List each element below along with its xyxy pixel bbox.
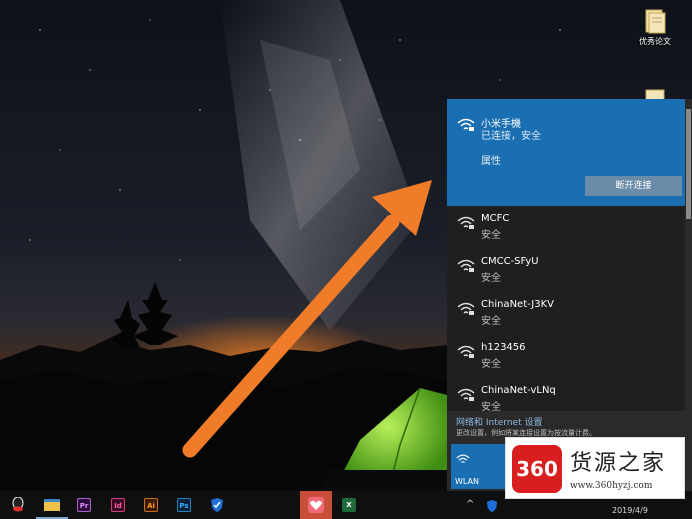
- wifi-secured-icon: [457, 117, 475, 131]
- taskbar-app-premiere[interactable]: Pr: [68, 491, 100, 519]
- chevron-up-icon[interactable]: ^: [466, 499, 474, 510]
- taskbar-app-photoshop[interactable]: Ps: [168, 491, 200, 519]
- taskbar-app-shield[interactable]: [201, 491, 233, 519]
- wifi-network-item[interactable]: h123456 安全: [447, 336, 685, 380]
- flyout-scrollbar[interactable]: [685, 99, 692, 491]
- wifi-icon: [456, 450, 470, 469]
- taskbar-app-excel[interactable]: X: [333, 491, 365, 519]
- wlan-toggle-tile[interactable]: WLAN: [451, 444, 508, 489]
- network-name: ChinaNet-J3KV: [481, 299, 554, 310]
- taskbar-app-indesign[interactable]: Id: [102, 491, 134, 519]
- watermark-title: 货源之家: [570, 451, 667, 476]
- network-status: 安全: [481, 273, 501, 284]
- network-name: ChinaNet-vLNq: [481, 385, 556, 396]
- wifi-secured-icon: [457, 258, 475, 272]
- wifi-network-item[interactable]: ChinaNet-J3KV 安全: [447, 293, 685, 337]
- network-status: 安全: [481, 316, 501, 327]
- network-name: MCFC: [481, 213, 510, 224]
- wifi-network-item[interactable]: CMCC-SFyU 安全: [447, 250, 685, 294]
- wlan-label: WLAN: [455, 477, 480, 486]
- excel-icon: X: [342, 498, 356, 512]
- disconnect-button[interactable]: 断开连接: [585, 176, 682, 196]
- qq-icon: [12, 496, 24, 512]
- properties-link[interactable]: 属性: [481, 152, 501, 167]
- network-name: h123456: [481, 342, 526, 353]
- network-settings-link[interactable]: 网络和 Internet 设置: [456, 415, 542, 428]
- clock-date[interactable]: 2019/4/9: [612, 506, 648, 515]
- connected-network-status: 已连接，安全: [481, 131, 541, 142]
- watermark-url: www.360hyzj.com: [570, 481, 653, 491]
- watermark-360-badge: 360: [512, 445, 562, 493]
- scrollbar-thumb[interactable]: [686, 109, 691, 219]
- taskbar-app-heart[interactable]: [300, 491, 332, 519]
- heart-app-icon: [308, 497, 324, 517]
- photoshop-icon: Ps: [177, 498, 191, 512]
- network-status: 安全: [481, 230, 501, 241]
- indesign-icon: Id: [111, 498, 125, 512]
- desktop-screen: 优秀论文 小米手機 已连接，安全 属性 断开连接 MCFC 安全 CMCC-SF…: [0, 0, 692, 519]
- network-status: 安全: [481, 359, 501, 370]
- wifi-secured-icon: [457, 387, 475, 401]
- premiere-icon: Pr: [77, 498, 91, 512]
- network-name: CMCC-SFyU: [481, 256, 539, 267]
- wifi-secured-icon: [457, 301, 475, 315]
- connected-network[interactable]: 小米手機 已连接，安全 属性 断开连接: [447, 99, 685, 206]
- wifi-network-item[interactable]: MCFC 安全: [447, 207, 685, 251]
- taskbar-app-explorer[interactable]: [36, 491, 68, 519]
- wifi-secured-icon: [457, 215, 475, 229]
- wifi-flyout-panel: 小米手機 已连接，安全 属性 断开连接 MCFC 安全 CMCC-SFyU 安全…: [447, 99, 692, 491]
- taskbar-app-illustrator[interactable]: Ai: [135, 491, 167, 519]
- taskbar-app-qq[interactable]: [2, 491, 34, 519]
- illustrator-icon: Ai: [144, 498, 158, 512]
- watermark-logo: 360 货源之家 www.360hyzj.com: [505, 437, 685, 499]
- shield-icon: [210, 497, 224, 517]
- file-explorer-icon: [44, 499, 60, 511]
- security-tray-icon[interactable]: [486, 498, 498, 517]
- wifi-secured-icon: [457, 344, 475, 358]
